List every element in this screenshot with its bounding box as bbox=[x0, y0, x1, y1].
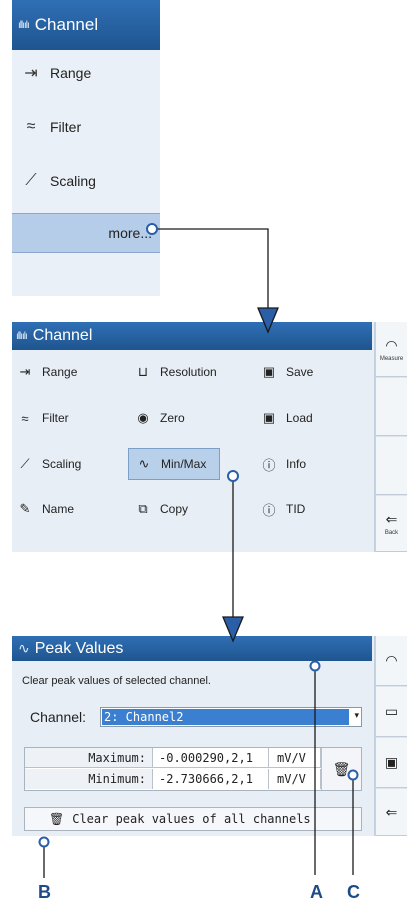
trash-icon: 🗑 bbox=[332, 760, 351, 777]
trash-icon: 🗑 bbox=[49, 812, 65, 826]
minimum-unit: mV/V bbox=[269, 769, 321, 789]
menu-item-scaling[interactable]: ⟋ Scaling bbox=[20, 172, 96, 190]
maximum-value: -0.000290,2,1 bbox=[153, 748, 269, 768]
menu-item-label: Scaling bbox=[50, 173, 96, 189]
channel-select-value: 2: Channel2 bbox=[102, 709, 349, 725]
channel-menu-compact: ıllıılı Channel ⇥ Range ≈ Filter ⟋ Scali… bbox=[12, 0, 160, 296]
option-info[interactable]: ⓘ Info bbox=[260, 450, 306, 478]
option-label: Range bbox=[42, 365, 78, 379]
option-tid[interactable]: ⓘ TID bbox=[260, 495, 305, 523]
clear-selected-button[interactable]: 🗑 bbox=[321, 748, 361, 790]
peak-values-dialog: ∿ Peak Values Clear peak values of selec… bbox=[12, 636, 407, 836]
chevron-down-icon: ▾ bbox=[354, 710, 359, 720]
measure-button[interactable]: ◠ Measure bbox=[376, 322, 407, 377]
option-label: Min/Max bbox=[161, 457, 207, 471]
option-save[interactable]: ▣ Save bbox=[260, 358, 314, 386]
option-label: Scaling bbox=[42, 457, 82, 471]
back-button[interactable]: ⇐ bbox=[376, 789, 407, 836]
option-label: Load bbox=[286, 411, 313, 425]
info-icon: ⓘ bbox=[262, 502, 276, 518]
floppy-icon: ▣ bbox=[262, 364, 276, 379]
zero-icon: ◉ bbox=[137, 410, 149, 425]
option-resolution[interactable]: ⊔ Resolution bbox=[134, 358, 217, 386]
pen-icon: ✎ bbox=[19, 501, 31, 516]
waveform-icon: ıllıılı bbox=[16, 330, 28, 342]
channel-header: ıllıılı Channel bbox=[12, 0, 160, 50]
floppy-icon: ▣ bbox=[384, 754, 399, 770]
channel-title: Channel bbox=[34, 15, 99, 34]
keyboard-button[interactable]: ▭ bbox=[376, 687, 407, 737]
menu-item-label: Range bbox=[50, 65, 92, 81]
channel-select[interactable]: 2: Channel2 ▾ bbox=[100, 707, 362, 727]
ruler-icon: ⊔ bbox=[137, 364, 149, 379]
keyboard-icon: ▭ bbox=[384, 703, 399, 719]
callout-a: A bbox=[310, 882, 323, 902]
option-copy[interactable]: ⧉ Copy bbox=[134, 495, 188, 523]
copy-icon: ⧉ bbox=[138, 501, 148, 516]
range-icon: ⇥ bbox=[19, 364, 31, 379]
option-range[interactable]: ⇥ Range bbox=[16, 358, 78, 386]
right-sidebar: ◠ Measure ⇐ Back bbox=[374, 322, 407, 552]
sidebar-blank-button[interactable] bbox=[376, 437, 407, 495]
option-load[interactable]: ▣ Load bbox=[260, 404, 313, 432]
clear-all-label: Clear peak values of all channels bbox=[72, 812, 311, 826]
option-label: Info bbox=[286, 457, 307, 471]
option-filter[interactable]: ≈ Filter bbox=[16, 404, 69, 432]
peak-values-body: Clear peak values of selected channel. C… bbox=[12, 661, 372, 836]
maximum-label: Maximum: bbox=[25, 748, 153, 768]
back-label: Back bbox=[384, 530, 399, 536]
clear-all-button[interactable]: 🗑 Clear peak values of all channels bbox=[24, 807, 362, 831]
peak-values-title: Peak Values bbox=[34, 639, 124, 657]
back-arrow-icon: ⇐ bbox=[385, 511, 398, 527]
callout-b: B bbox=[38, 882, 51, 902]
option-label: Save bbox=[286, 365, 314, 379]
option-zero[interactable]: ◉ Zero bbox=[134, 404, 185, 432]
minimum-label: Minimum: bbox=[25, 769, 153, 789]
menu-item-label: Filter bbox=[50, 119, 82, 135]
scaling-icon: ⟋ bbox=[20, 456, 30, 471]
option-label: Name bbox=[42, 502, 75, 516]
filter-icon: ≈ bbox=[21, 410, 29, 426]
minimum-value: -2.730666,2,1 bbox=[153, 769, 269, 789]
filter-icon: ≈ bbox=[26, 118, 36, 135]
save-button[interactable]: ▣ bbox=[376, 738, 407, 788]
callout-c: C bbox=[347, 882, 360, 902]
right-sidebar: ◠ ▭ ▣ ⇐ bbox=[374, 636, 407, 836]
channel-options-grid: ⇥ Range ≈ Filter ⟋ Scaling ✎ Name ⊔ Resolutio… bbox=[12, 350, 372, 552]
option-name[interactable]: ✎ Name bbox=[16, 495, 74, 523]
option-label: Filter bbox=[42, 411, 69, 425]
option-label: Zero bbox=[160, 411, 185, 425]
sidebar-blank-button[interactable] bbox=[376, 378, 407, 436]
menu-item-filter[interactable]: ≈ Filter bbox=[20, 118, 82, 136]
info-icon: ⓘ bbox=[262, 457, 276, 473]
scaling-icon: ⟋ bbox=[25, 172, 37, 189]
measure-label: Measure bbox=[379, 355, 404, 362]
floppy-icon: ▣ bbox=[262, 410, 276, 425]
peak-table: Maximum: -0.000290,2,1 mV/V Minimum: -2.… bbox=[24, 747, 362, 791]
waveform-icon: ıllıılı bbox=[18, 19, 30, 31]
option-scaling[interactable]: ⟋ Scaling bbox=[16, 450, 81, 478]
channel-header: ıllıılı Channel bbox=[12, 322, 372, 350]
more-button[interactable]: more... bbox=[12, 213, 160, 253]
peak-values-header: ∿ Peak Values bbox=[12, 636, 372, 661]
maximum-unit: mV/V bbox=[269, 748, 321, 768]
more-label: more... bbox=[108, 225, 152, 241]
option-label: Copy bbox=[160, 502, 189, 516]
peak-icon: ∿ bbox=[138, 456, 150, 471]
option-label: TID bbox=[286, 502, 306, 516]
channel-menu-expanded: ıllıılı Channel ⇥ Range ≈ Filter ⟋ Scaling … bbox=[12, 322, 407, 552]
gauge-icon: ◠ bbox=[385, 336, 398, 353]
gauge-icon: ◠ bbox=[385, 652, 398, 668]
back-button[interactable]: ⇐ Back bbox=[376, 496, 407, 552]
description-text: Clear peak values of selected channel. bbox=[22, 675, 211, 687]
peak-icon: ∿ bbox=[18, 640, 30, 656]
menu-item-range[interactable]: ⇥ Range bbox=[20, 63, 91, 83]
option-min-max[interactable]: ∿ Min/Max bbox=[128, 448, 220, 480]
measure-button[interactable]: ◠ bbox=[376, 636, 407, 686]
channel-label: Channel: bbox=[30, 709, 87, 725]
option-label: Resolution bbox=[160, 365, 217, 379]
back-arrow-icon: ⇐ bbox=[385, 803, 398, 820]
range-icon: ⇥ bbox=[24, 65, 38, 82]
channel-title: Channel bbox=[32, 327, 93, 344]
